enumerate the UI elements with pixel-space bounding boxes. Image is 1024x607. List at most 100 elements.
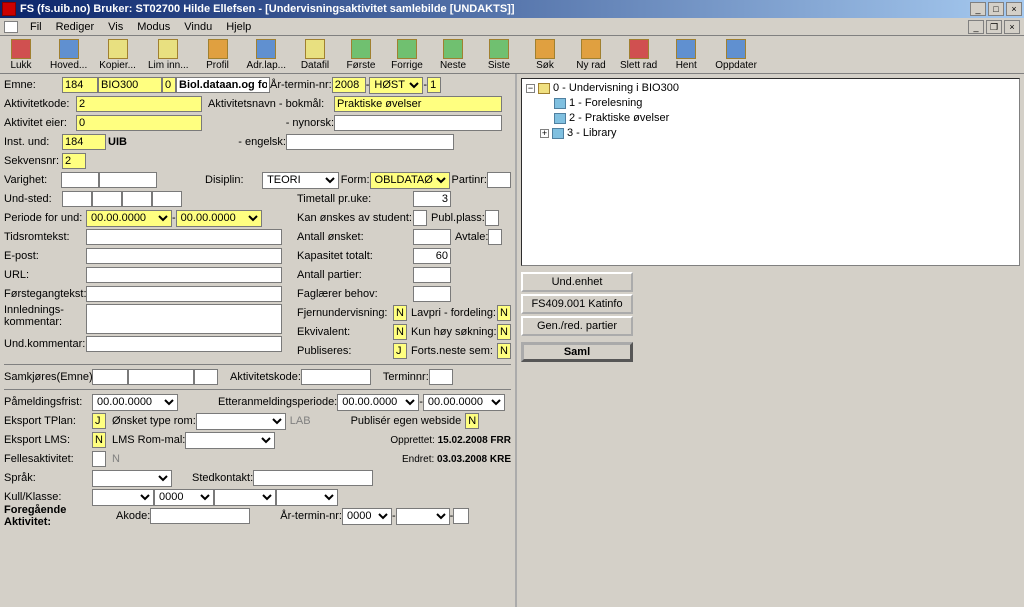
emne-field-1[interactable]	[62, 77, 98, 93]
tb-forrige[interactable]: Forrige	[390, 39, 424, 71]
pam-dropdown[interactable]: 00.00.0000	[92, 394, 178, 411]
periode-to[interactable]: 00.00.0000	[176, 210, 262, 227]
pew-field[interactable]	[465, 413, 479, 429]
maximize-button[interactable]: □	[988, 2, 1004, 16]
instund-field-1[interactable]	[62, 134, 106, 150]
termnr-field[interactable]	[429, 369, 453, 385]
termin-dropdown[interactable]: HØST	[369, 77, 423, 94]
minimize-button[interactable]: _	[970, 2, 986, 16]
terminnr-field[interactable]	[427, 77, 441, 93]
akteier-field[interactable]	[76, 115, 202, 131]
kull-2[interactable]: 0000	[154, 489, 214, 506]
menu-rediger[interactable]: Rediger	[50, 20, 101, 34]
genred-button[interactable]: Gen./red. partier	[521, 316, 633, 336]
tb-adrlap[interactable]: Adr.lap...	[247, 39, 286, 71]
samkj-3[interactable]	[194, 369, 218, 385]
timetall-field[interactable]	[413, 191, 451, 207]
partinr-field[interactable]	[487, 172, 511, 188]
aarterm2-3[interactable]	[453, 508, 469, 524]
tb-liminn[interactable]: Lim inn...	[148, 39, 189, 71]
aarterm2-2[interactable]	[396, 508, 450, 525]
undsted-3[interactable]	[122, 191, 152, 207]
aarterm2-1[interactable]: 0000	[342, 508, 392, 525]
aktkode-field[interactable]	[76, 96, 202, 112]
mdi-restore-button[interactable]: ❐	[986, 20, 1002, 34]
menu-modus[interactable]: Modus	[131, 20, 176, 34]
kunhoy-field[interactable]	[497, 324, 511, 340]
undenhet-button[interactable]: Und.enhet	[521, 272, 633, 292]
lavpri-field[interactable]	[497, 305, 511, 321]
emne-navn[interactable]	[176, 77, 270, 93]
aktnavn-bokmal[interactable]	[334, 96, 502, 112]
menu-vindu[interactable]: Vindu	[178, 20, 218, 34]
tree-root[interactable]: 0 - Undervisning i BIO300	[553, 82, 679, 94]
tidsrom-field[interactable]	[86, 229, 282, 245]
collapse-icon[interactable]: −	[526, 84, 535, 93]
innl-kommentar[interactable]	[86, 304, 282, 334]
lmsrom-dropdown[interactable]	[185, 432, 275, 449]
kull-4[interactable]	[276, 489, 338, 506]
undkomm-field[interactable]	[86, 336, 282, 352]
expand-icon[interactable]: +	[540, 129, 549, 138]
tb-lukk[interactable]: Lukk	[4, 39, 38, 71]
etp-field[interactable]	[92, 413, 106, 429]
tree-item-2[interactable]: 2 - Praktiske øvelser	[569, 112, 669, 124]
tb-forste[interactable]: Første	[344, 39, 378, 71]
akode-field[interactable]	[150, 508, 250, 524]
antonsk-field[interactable]	[413, 229, 451, 245]
ett-to[interactable]: 00.00.0000	[423, 394, 505, 411]
felles-field[interactable]	[92, 451, 106, 467]
emne-field-3[interactable]	[162, 77, 176, 93]
emne-field-2[interactable]	[98, 77, 162, 93]
publplass-field[interactable]	[485, 210, 499, 226]
forstg-field[interactable]	[86, 286, 282, 302]
kap-field[interactable]	[413, 248, 451, 264]
menu-fil[interactable]: Fil	[24, 20, 48, 34]
aktnavn-nynorsk[interactable]	[334, 115, 502, 131]
tree-item-3[interactable]: 3 - Library	[567, 127, 617, 139]
varighet-field-2[interactable]	[99, 172, 157, 188]
stedk-field[interactable]	[253, 470, 373, 486]
tb-hent[interactable]: Hent	[669, 39, 703, 71]
fjern-field[interactable]	[393, 305, 407, 321]
disiplin-dropdown[interactable]: TEORI	[262, 172, 339, 189]
undsted-2[interactable]	[92, 191, 122, 207]
samkj-1[interactable]	[92, 369, 128, 385]
publ-field[interactable]	[393, 343, 407, 359]
tb-slettrad[interactable]: Slett rad	[620, 39, 657, 71]
fagl-field[interactable]	[413, 286, 451, 302]
tb-kopier[interactable]: Kopier...	[99, 39, 136, 71]
ekv-field[interactable]	[393, 324, 407, 340]
form-dropdown[interactable]: OBLDATAØ	[370, 172, 450, 189]
tb-neste[interactable]: Neste	[436, 39, 470, 71]
menu-hjelp[interactable]: Hjelp	[220, 20, 257, 34]
kull-1[interactable]	[92, 489, 154, 506]
sekvens-field[interactable]	[62, 153, 86, 169]
kanonsk-field[interactable]	[413, 210, 427, 226]
antpart-field[interactable]	[413, 267, 451, 283]
forts-field[interactable]	[497, 343, 511, 359]
ett-from[interactable]: 00.00.0000	[337, 394, 419, 411]
kull-3[interactable]	[214, 489, 276, 506]
close-button[interactable]: ×	[1006, 2, 1022, 16]
tb-nyrad[interactable]: Ny rad	[574, 39, 608, 71]
tree-item-1[interactable]: 1 - Forelesning	[569, 97, 642, 109]
aar-field[interactable]	[332, 77, 366, 93]
undsted-1[interactable]	[62, 191, 92, 207]
tb-siste[interactable]: Siste	[482, 39, 516, 71]
avtale-field[interactable]	[488, 229, 502, 245]
aktnavn-engelsk[interactable]	[286, 134, 454, 150]
ots-dropdown[interactable]	[196, 413, 286, 430]
tb-oppdater[interactable]: Oppdater	[715, 39, 757, 71]
tb-hoved[interactable]: Hoved...	[50, 39, 87, 71]
elms-field[interactable]	[92, 432, 106, 448]
varighet-field-1[interactable]	[61, 172, 99, 188]
samkj-2[interactable]	[128, 369, 194, 385]
aktk2-field[interactable]	[301, 369, 371, 385]
periode-from[interactable]: 00.00.0000	[86, 210, 172, 227]
activity-tree[interactable]: − 0 - Undervisning i BIO300 1 - Forelesni…	[521, 78, 1020, 266]
tb-profil[interactable]: Profil	[201, 39, 235, 71]
sprak-dropdown[interactable]	[92, 470, 172, 487]
mdi-minimize-button[interactable]: _	[968, 20, 984, 34]
menu-vis[interactable]: Vis	[102, 20, 129, 34]
